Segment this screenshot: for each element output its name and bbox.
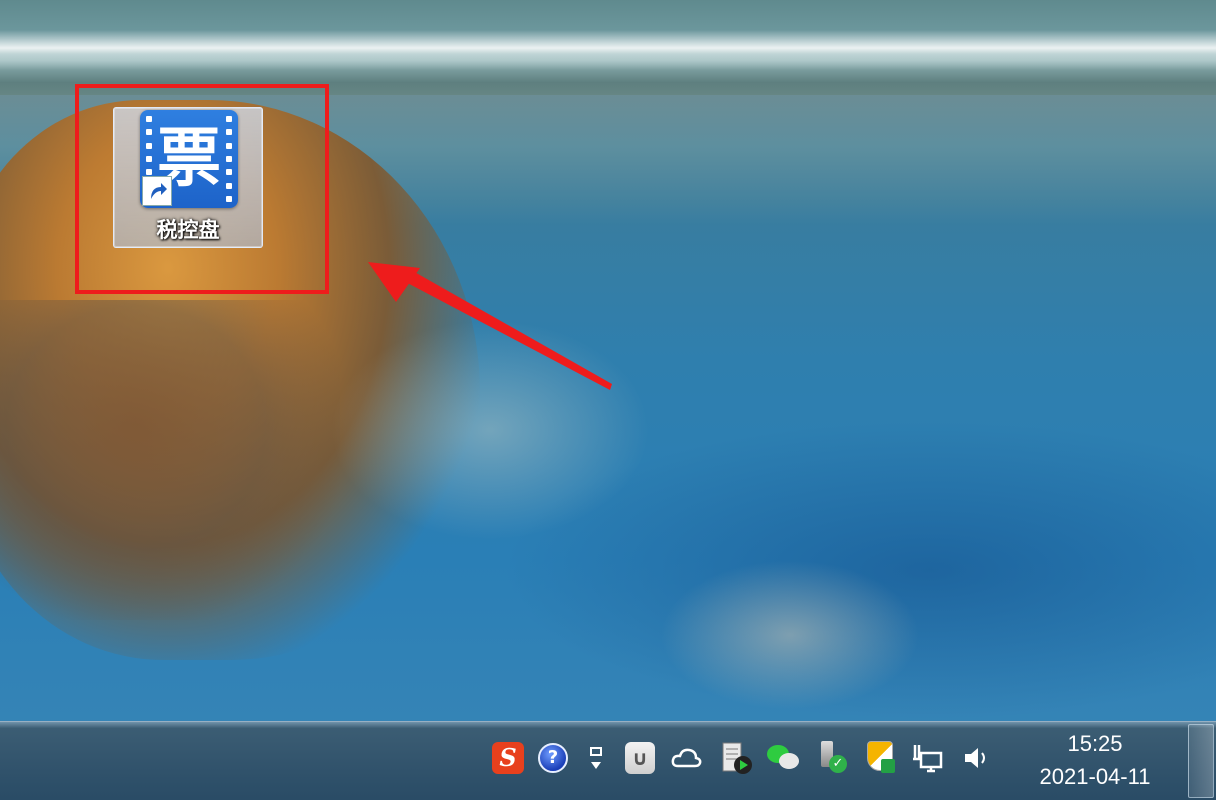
server-play-icon[interactable]: [718, 740, 754, 776]
clock-time: 15:25: [1067, 731, 1123, 756]
cloud-glyph: [671, 748, 702, 768]
wallpaper-cloud: [660, 560, 920, 710]
show-hidden-glyph: [586, 738, 606, 778]
show-hidden-icons-icon[interactable]: [578, 740, 614, 776]
sogou-glyph: S: [492, 742, 524, 774]
show-desktop-button[interactable]: [1188, 724, 1214, 798]
desktop-icon-label: 税控盘: [156, 218, 220, 242]
shortcut-arrow-icon: [142, 176, 172, 206]
film-strip-right: [224, 116, 234, 202]
network-icon[interactable]: [910, 740, 946, 776]
sogou-input-icon[interactable]: S: [490, 740, 526, 776]
paperclip-icon[interactable]: ∪: [622, 740, 658, 776]
usb-safe-remove-icon[interactable]: ✓: [812, 740, 848, 776]
security-shield-icon[interactable]: [862, 740, 898, 776]
wallpaper-cloud: [330, 320, 650, 540]
wechat-icon[interactable]: [766, 740, 802, 776]
usb-check: ✓: [829, 755, 847, 773]
help-icon[interactable]: ?: [535, 740, 571, 776]
wallpaper-foam: [0, 30, 1216, 70]
wechat-glyph: [767, 743, 801, 773]
wallpaper-reflection-lower: [0, 300, 340, 620]
cloud-icon[interactable]: [668, 740, 704, 776]
volume-icon[interactable]: [958, 740, 994, 776]
piao-app-icon: 票: [140, 110, 238, 208]
desktop: 票 税控盘 S ? ∪ ✓ 15:25 2021-04-11: [0, 0, 1216, 800]
taskbar-clock[interactable]: 15:25 2021-04-11: [1020, 728, 1170, 794]
volume-glyph: [965, 748, 985, 768]
taskbar: S ? ∪ ✓ 15:25 2021-04-11: [0, 721, 1216, 800]
network-glyph: [913, 745, 943, 773]
desktop-shortcut-tax-disk[interactable]: 票 税控盘: [113, 107, 263, 248]
clock-date: 2021-04-11: [1039, 764, 1151, 789]
paperclip-glyph: ∪: [625, 742, 655, 774]
usb-glyph: ✓: [815, 741, 847, 775]
shield-glyph: [865, 741, 895, 775]
help-glyph: ?: [538, 743, 568, 773]
server-play-glyph: [722, 742, 752, 774]
